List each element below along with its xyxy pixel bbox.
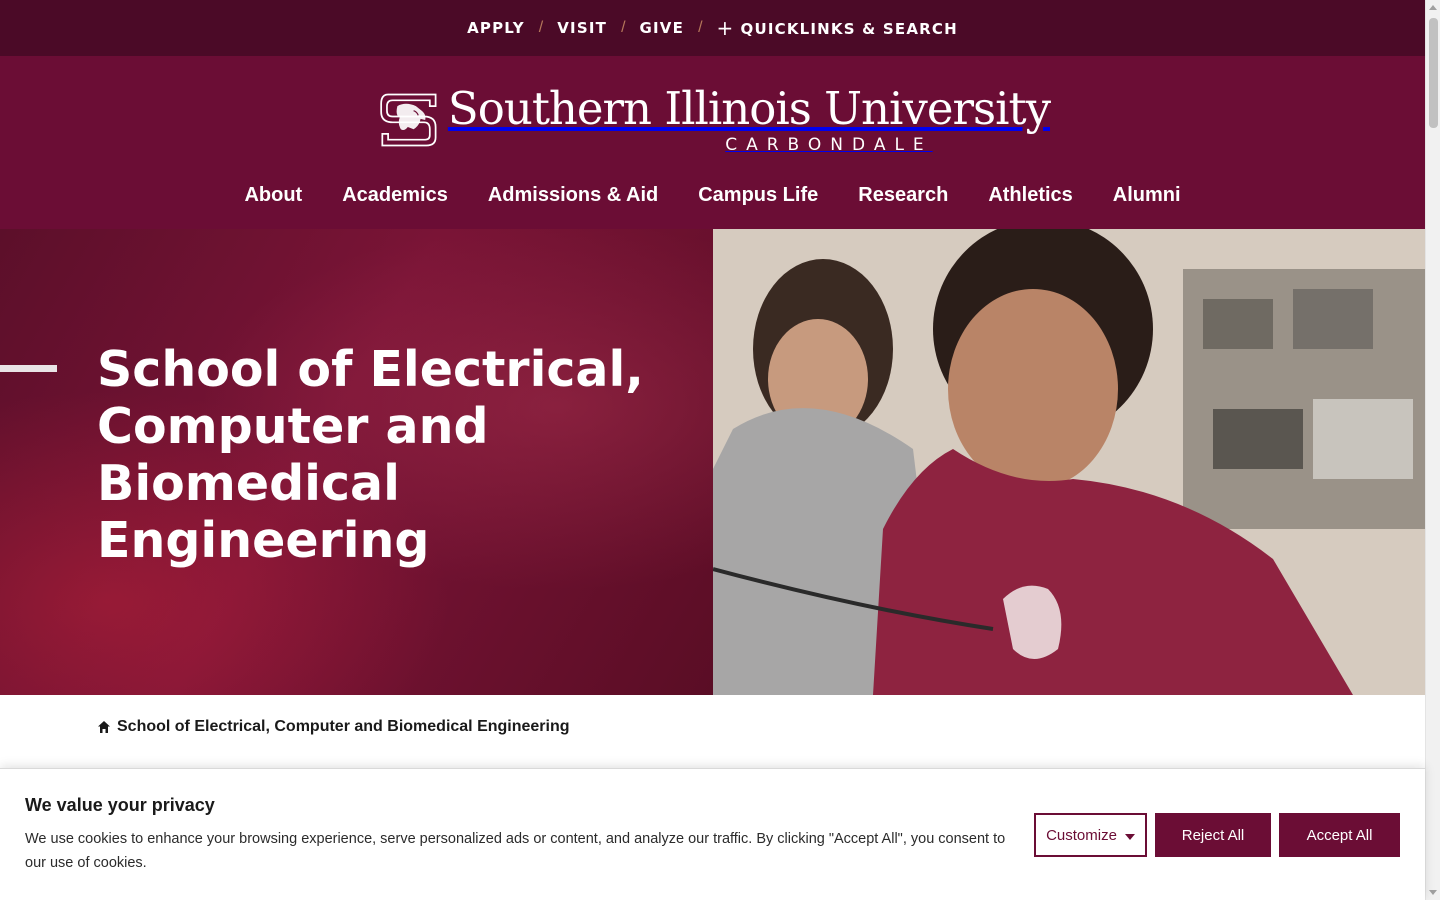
customize-label: Customize <box>1046 826 1117 844</box>
scroll-up-icon[interactable] <box>1429 5 1437 10</box>
nav-about[interactable]: About <box>244 184 302 214</box>
scroll-thumb[interactable] <box>1429 18 1438 128</box>
hero-banner: School of Electrical, Computer and Biome… <box>0 229 1425 695</box>
site-header: Southern Illinois University CARBONDALE … <box>0 56 1425 229</box>
quicklinks-label: QUICKLINKS & SEARCH <box>740 20 958 38</box>
cookie-title: We value your privacy <box>25 795 215 815</box>
university-logo[interactable]: Southern Illinois University CARBONDALE <box>380 74 1051 166</box>
nav-alumni[interactable]: Alumni <box>1113 184 1181 214</box>
nav-athletics[interactable]: Athletics <box>988 184 1072 214</box>
nav-campus-life[interactable]: Campus Life <box>698 184 818 214</box>
apply-link[interactable]: APPLY <box>467 19 525 37</box>
breadcrumb: School of Electrical, Computer and Biome… <box>97 716 570 738</box>
caret-down-icon <box>1124 833 1135 840</box>
nav-research[interactable]: Research <box>858 184 948 214</box>
cookie-consent-banner: We value your privacy We use cookies to … <box>0 768 1425 900</box>
accept-all-button[interactable]: Accept All <box>1279 813 1400 857</box>
main-nav: About Academics Admissions & Aid Campus … <box>0 184 1425 214</box>
hero-photo <box>712 229 1425 695</box>
home-icon[interactable] <box>97 720 111 734</box>
campus-name: CARBONDALE <box>725 135 933 155</box>
page-title: School of Electrical, Computer and Biome… <box>97 341 644 569</box>
plus-icon: + <box>716 16 735 40</box>
utility-separator: / <box>698 19 703 36</box>
utility-separator: / <box>621 19 626 36</box>
breadcrumb-current[interactable]: School of Electrical, Computer and Biome… <box>117 718 570 736</box>
nav-academics[interactable]: Academics <box>342 184 448 214</box>
hero-accent-line <box>0 365 57 372</box>
visit-link[interactable]: VISIT <box>557 19 607 37</box>
give-link[interactable]: GIVE <box>640 19 685 37</box>
saluki-logo-icon <box>380 93 437 147</box>
nav-admissions-aid[interactable]: Admissions & Aid <box>488 184 658 214</box>
reject-all-button[interactable]: Reject All <box>1155 813 1271 857</box>
utility-separator: / <box>538 19 544 36</box>
university-name: Southern Illinois University <box>447 82 1051 135</box>
cookie-description: We use cookies to enhance your browsing … <box>25 831 1006 871</box>
students-lab-photo <box>712 229 1425 695</box>
page-scrollbar[interactable] <box>1425 0 1440 900</box>
quicklinks-search-button[interactable]: + QUICKLINKS & SEARCH <box>717 16 958 40</box>
scroll-down-icon[interactable] <box>1429 890 1437 895</box>
customize-button[interactable]: Customize <box>1034 813 1147 857</box>
utility-bar: APPLY / VISIT / GIVE / + QUICKLINKS & SEA… <box>0 0 1425 56</box>
